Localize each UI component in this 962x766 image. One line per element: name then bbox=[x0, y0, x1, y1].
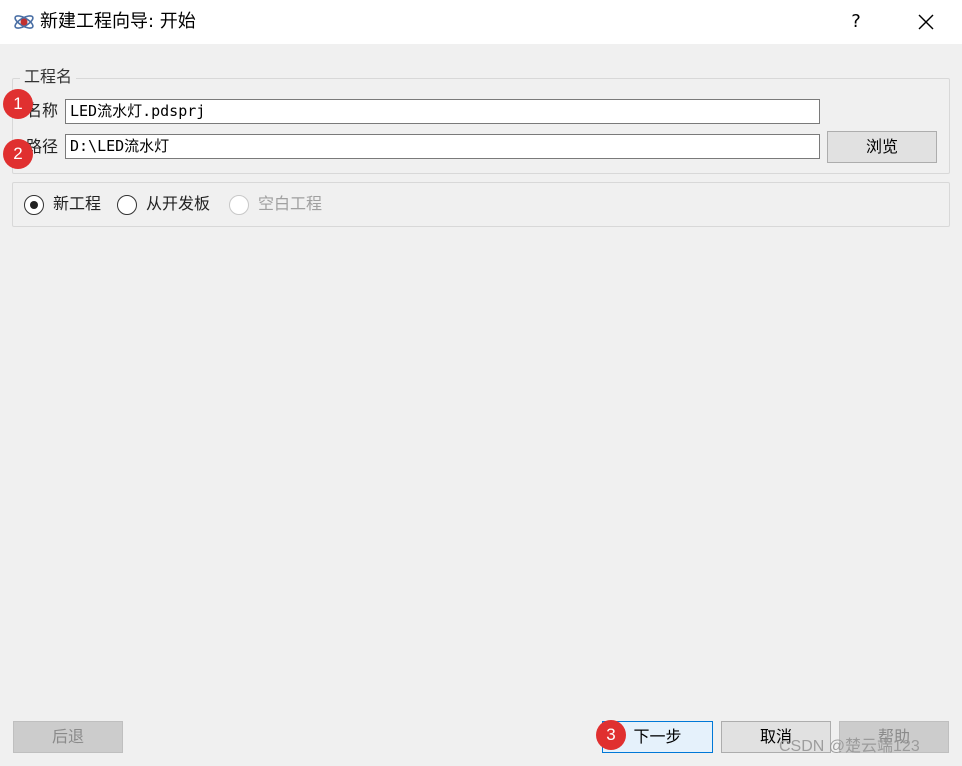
annotation-marker-3: 3 bbox=[596, 720, 626, 750]
radio-blank-project-label: 空白工程 bbox=[258, 194, 323, 213]
name-field[interactable]: LED流水灯.pdsprj bbox=[65, 99, 820, 124]
help-title-button[interactable]: ? bbox=[836, 6, 876, 38]
path-field[interactable]: D:\LED流水灯 bbox=[65, 134, 820, 159]
radio-new-project-label[interactable]: 新工程 bbox=[53, 193, 101, 215]
project-name-group-label: 工程名 bbox=[20, 67, 77, 87]
window-title: 新建工程向导: 开始 bbox=[40, 11, 196, 32]
radio-new-project[interactable] bbox=[24, 195, 44, 215]
browse-button[interactable]: 浏览 bbox=[827, 131, 937, 163]
watermark: CSDN @楚云端123 bbox=[779, 738, 920, 755]
annotation-marker-1: 1 bbox=[3, 89, 33, 119]
radio-blank-project bbox=[229, 195, 249, 215]
back-button: 后退 bbox=[13, 721, 123, 753]
radio-from-board[interactable] bbox=[117, 195, 137, 215]
project-name-group bbox=[12, 78, 950, 174]
radio-from-board-label[interactable]: 从开发板 bbox=[146, 193, 210, 215]
radio-selected-dot bbox=[30, 201, 38, 209]
annotation-marker-2: 2 bbox=[3, 139, 33, 169]
close-icon[interactable] bbox=[902, 6, 950, 38]
atom-icon bbox=[12, 10, 36, 34]
